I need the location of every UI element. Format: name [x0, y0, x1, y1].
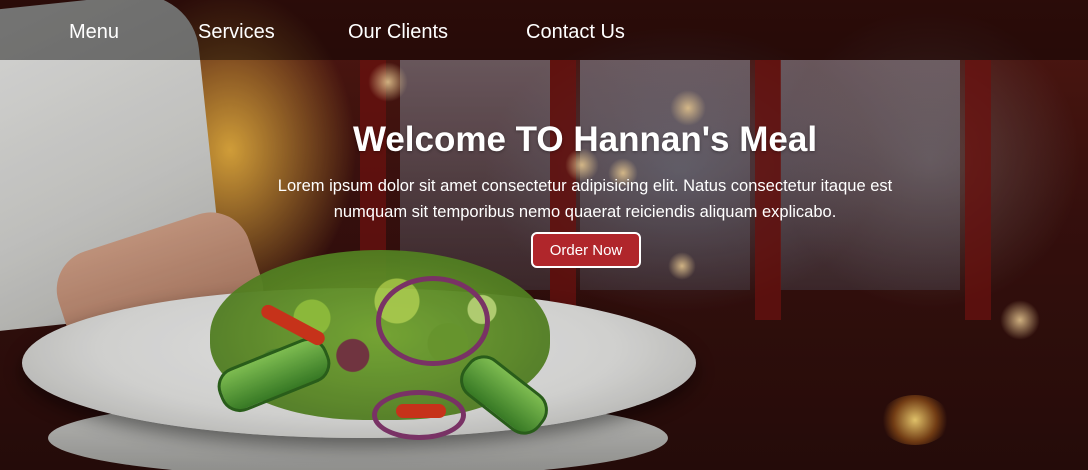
order-now-button[interactable]: Order Now [531, 232, 641, 268]
nav-item-menu[interactable]: Menu [69, 20, 119, 44]
hero-title: Welcome TO Hannan's Meal [352, 120, 818, 159]
nav-item-services[interactable]: Services [198, 20, 275, 44]
nav-item-our-clients[interactable]: Our Clients [348, 20, 448, 44]
hero-description: Lorem ipsum dolor sit amet consectetur a… [277, 177, 893, 221]
nav-item-contact-us[interactable]: Contact Us [526, 20, 625, 44]
top-navbar: Menu Services Our Clients Contact Us [0, 0, 1088, 60]
